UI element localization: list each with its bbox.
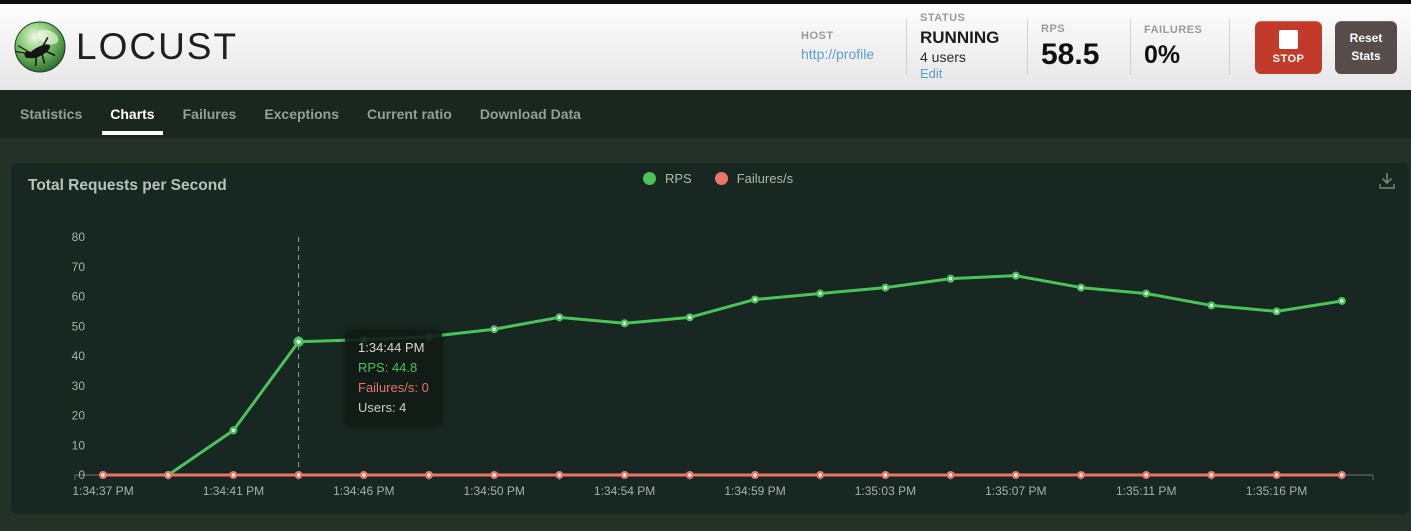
svg-text:60: 60: [72, 290, 86, 304]
tab-charts[interactable]: Charts: [108, 90, 156, 138]
failures-label: FAILURES: [1144, 24, 1216, 38]
svg-text:1:35:07 PM: 1:35:07 PM: [985, 484, 1046, 498]
tab-statistics[interactable]: Statistics: [18, 90, 84, 138]
svg-text:1:35:11 PM: 1:35:11 PM: [1116, 484, 1176, 498]
chart-tooltip: 1:34:44 PM RPS: 44.8 Failures/s: 0 Users…: [345, 330, 442, 426]
locust-logo-icon: [14, 21, 66, 73]
svg-text:30: 30: [72, 379, 86, 393]
svg-text:1:35:03 PM: 1:35:03 PM: [855, 484, 916, 498]
rps-chart-panel: Total Requests per Second RPS Failures/s…: [11, 163, 1409, 514]
stop-square-icon: [1279, 30, 1298, 49]
svg-text:10: 10: [72, 438, 86, 452]
header-divider: [906, 19, 907, 75]
failures-block: FAILURES 0%: [1144, 24, 1216, 70]
stop-button[interactable]: STOP: [1255, 21, 1322, 74]
status-label: STATUS: [920, 12, 1014, 26]
rps-block: RPS 58.5: [1041, 23, 1117, 72]
svg-text:40: 40: [72, 349, 86, 363]
svg-text:50: 50: [72, 319, 86, 333]
main-content: Total Requests per Second RPS Failures/s…: [0, 138, 1411, 531]
failures-value: 0%: [1144, 40, 1216, 70]
header-divider: [1229, 19, 1230, 75]
status-value: RUNNING: [920, 27, 1014, 48]
user-count: 4 users: [920, 49, 1014, 67]
header: LOCUST HOST http://profile STATUS RUNNIN…: [0, 4, 1411, 90]
svg-text:1:34:50 PM: 1:34:50 PM: [464, 484, 525, 498]
edit-users-link[interactable]: Edit: [920, 66, 1014, 82]
stop-button-label: STOP: [1273, 53, 1305, 65]
host-label: HOST: [801, 30, 893, 44]
tooltip-rps: RPS: 44.8: [358, 358, 429, 378]
reset-stats-button[interactable]: Reset Stats: [1335, 21, 1397, 74]
tooltip-time: 1:34:44 PM: [358, 338, 429, 358]
rps-value: 58.5: [1041, 38, 1117, 71]
header-divider: [1130, 19, 1131, 75]
svg-text:1:34:41 PM: 1:34:41 PM: [203, 484, 264, 498]
locust-logo: LOCUST: [14, 21, 238, 73]
svg-text:20: 20: [72, 409, 86, 423]
tooltip-users: Users: 4: [358, 398, 429, 418]
svg-text:1:34:46 PM: 1:34:46 PM: [333, 484, 394, 498]
rps-line-chart[interactable]: 0 10 20 30 40 50 60 70 80 1:34:37 PM 1:34:41 PM 1:3…: [11, 163, 1409, 514]
svg-text:1:34:59 PM: 1:34:59 PM: [724, 484, 785, 498]
svg-text:80: 80: [72, 230, 86, 244]
tab-download-data[interactable]: Download Data: [478, 90, 583, 138]
tab-exceptions[interactable]: Exceptions: [262, 90, 341, 138]
svg-text:1:35:16 PM: 1:35:16 PM: [1246, 484, 1307, 498]
svg-text:70: 70: [72, 260, 86, 274]
logo-wordmark: LOCUST: [76, 26, 238, 68]
nav-tabs: Statistics Charts Failures Exceptions Cu…: [0, 90, 1411, 138]
svg-text:0: 0: [78, 468, 85, 482]
host-block: HOST http://profile: [801, 30, 893, 63]
host-link[interactable]: http://profile: [801, 46, 893, 64]
rps-label: RPS: [1041, 23, 1117, 37]
svg-text:1:34:54 PM: 1:34:54 PM: [594, 484, 655, 498]
tab-failures[interactable]: Failures: [181, 90, 239, 138]
status-block: STATUS RUNNING 4 users Edit: [920, 12, 1014, 83]
svg-text:1:34:37 PM: 1:34:37 PM: [72, 484, 133, 498]
header-divider: [1027, 19, 1028, 75]
tab-current-ratio[interactable]: Current ratio: [365, 90, 454, 138]
tooltip-failures: Failures/s: 0: [358, 378, 429, 398]
